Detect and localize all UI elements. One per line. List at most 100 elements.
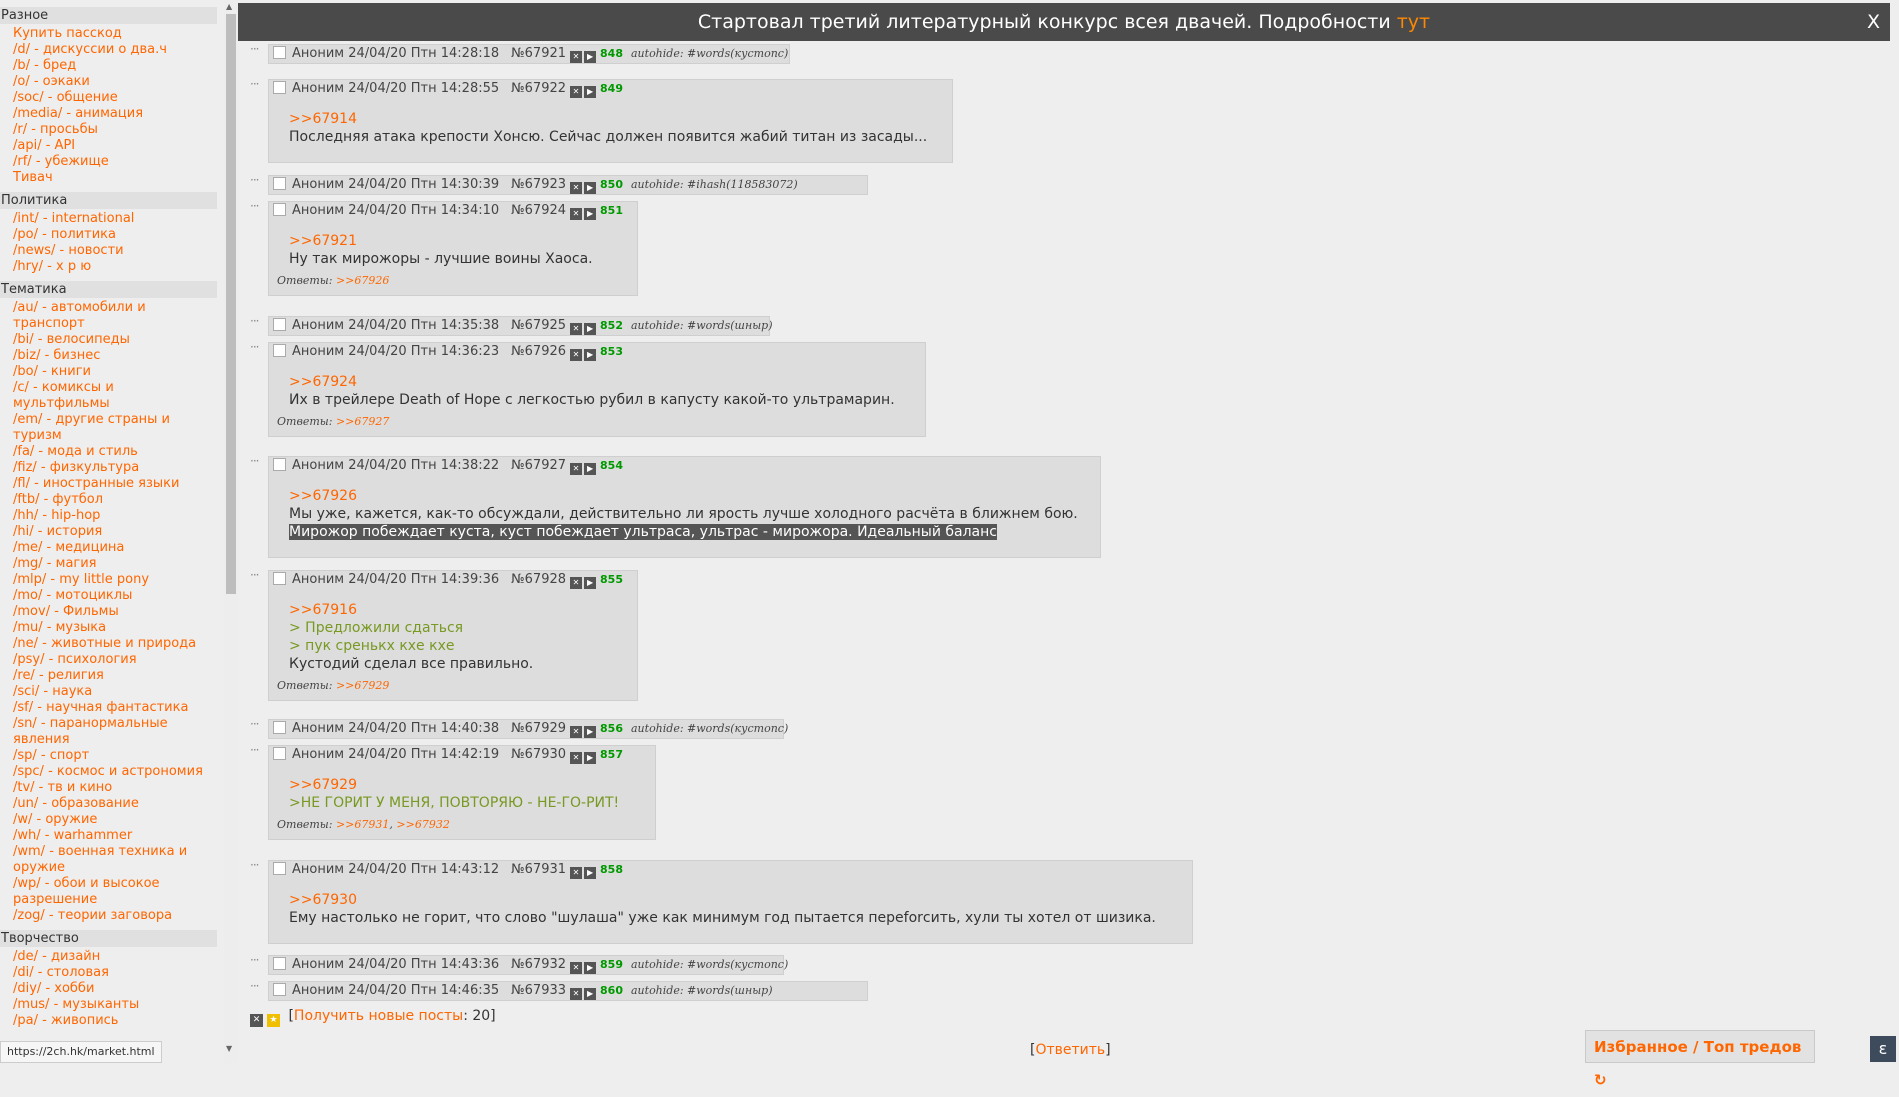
- sidebar-board-link[interactable]: /un/ - образование: [0, 796, 219, 812]
- sidebar-board-link[interactable]: /mg/ - магия: [0, 556, 219, 572]
- hide-post-icon[interactable]: ✕: [570, 208, 583, 220]
- post-ref-link[interactable]: >>67921: [289, 233, 357, 249]
- sidebar-board-link[interactable]: /me/ - медицина: [0, 540, 219, 556]
- sidebar-board-link[interactable]: /ne/ - животные и природа: [0, 636, 219, 652]
- sidebar-board-link[interactable]: /hi/ - история: [0, 524, 219, 540]
- reply-ref-link[interactable]: >>67927: [336, 415, 389, 428]
- post-select-checkbox[interactable]: [273, 344, 286, 357]
- sidebar-board-link[interactable]: /mlp/ - my little pony: [0, 572, 219, 588]
- post-select-checkbox[interactable]: [273, 177, 286, 190]
- sidebar-board-link[interactable]: /biz/ - бизнес: [0, 348, 219, 364]
- hide-post-icon[interactable]: ✕: [570, 867, 583, 879]
- expand-post-icon[interactable]: ▶: [584, 86, 597, 98]
- sidebar-board-link[interactable]: /d/ - дискуссии о два.ч: [0, 42, 219, 58]
- sidebar-board-link[interactable]: Тивач: [0, 170, 219, 186]
- sidebar-board-link[interactable]: /sp/ - спорт: [0, 748, 219, 764]
- sidebar-board-link[interactable]: /b/ - бред: [0, 58, 219, 74]
- sidebar-board-link[interactable]: /mus/ - музыканты: [0, 997, 219, 1013]
- expand-post-icon[interactable]: ▶: [584, 208, 597, 220]
- sidebar-board-link[interactable]: /o/ - оэкаки: [0, 74, 219, 90]
- hide-post-icon[interactable]: ✕: [570, 988, 583, 1000]
- post-select-checkbox[interactable]: [273, 957, 286, 970]
- expand-post-icon[interactable]: ▶: [584, 867, 597, 879]
- post-ref-link[interactable]: >>67916: [289, 602, 357, 618]
- post-number[interactable]: №67932: [511, 957, 566, 972]
- close-icon[interactable]: ✕: [250, 1014, 263, 1027]
- sidebar-board-link[interactable]: /ftb/ - футбол: [0, 492, 219, 508]
- hide-post-icon[interactable]: ✕: [570, 752, 583, 764]
- post-select-checkbox[interactable]: [273, 458, 286, 471]
- post-number[interactable]: №67923: [511, 177, 566, 192]
- expand-post-icon[interactable]: ▶: [584, 962, 597, 974]
- post-select-checkbox[interactable]: [273, 983, 286, 996]
- post-menu-icon[interactable]: ···: [250, 42, 264, 56]
- post-number[interactable]: №67933: [511, 983, 566, 998]
- sidebar-board-link[interactable]: /sn/ - паранормальные явления: [0, 716, 219, 748]
- sidebar-board-link[interactable]: /fl/ - иностранные языки: [0, 476, 219, 492]
- sidebar-board-link[interactable]: /spc/ - космос и астрономия: [0, 764, 219, 780]
- post-select-checkbox[interactable]: [273, 572, 286, 585]
- sidebar-board-link[interactable]: /re/ - религия: [0, 668, 219, 684]
- post-number[interactable]: №67931: [511, 862, 566, 877]
- hide-post-icon[interactable]: ✕: [570, 86, 583, 98]
- post-select-checkbox[interactable]: [273, 318, 286, 331]
- post-menu-icon[interactable]: ···: [250, 717, 264, 731]
- hide-post-icon[interactable]: ✕: [570, 577, 583, 589]
- sidebar-board-link[interactable]: /wp/ - обои и высокое разрешение: [0, 876, 219, 908]
- post-select-checkbox[interactable]: [273, 862, 286, 875]
- banner-link[interactable]: тут: [1397, 11, 1430, 33]
- scroll-up-arrow-icon[interactable]: ▲: [226, 2, 232, 11]
- sidebar-board-link[interactable]: /mo/ - мотоциклы: [0, 588, 219, 604]
- sidebar-board-link[interactable]: /po/ - политика: [0, 227, 219, 243]
- sidebar-board-link[interactable]: /fa/ - мода и стиль: [0, 444, 219, 460]
- post-ref-link[interactable]: >>67926: [289, 488, 357, 504]
- sidebar-board-link[interactable]: /bo/ - книги: [0, 364, 219, 380]
- post-select-checkbox[interactable]: [273, 747, 286, 760]
- expand-post-icon[interactable]: ▶: [584, 349, 597, 361]
- sidebar-board-link[interactable]: /zog/ - теории заговора: [0, 908, 219, 924]
- post-number[interactable]: №67924: [511, 203, 566, 218]
- sidebar-board-link[interactable]: /de/ - дизайн: [0, 949, 219, 965]
- post-number[interactable]: №67927: [511, 458, 566, 473]
- post-ref-link[interactable]: >>67929: [289, 777, 357, 793]
- sidebar-board-link[interactable]: /mu/ - музыка: [0, 620, 219, 636]
- post-number[interactable]: №67928: [511, 572, 566, 587]
- reply-ref-link[interactable]: >>67929: [336, 679, 389, 692]
- sidebar-board-link[interactable]: /diy/ - хобби: [0, 981, 219, 997]
- close-icon[interactable]: X: [1867, 3, 1880, 41]
- sidebar-board-link[interactable]: /hh/ - hip-hop: [0, 508, 219, 524]
- post-menu-icon[interactable]: ···: [250, 314, 264, 328]
- sidebar-board-link[interactable]: /wm/ - военная техника и оружие: [0, 844, 219, 876]
- post-ref-link[interactable]: >>67914: [289, 111, 357, 127]
- expand-post-icon[interactable]: ▶: [584, 988, 597, 1000]
- sidebar-board-link[interactable]: /em/ - другие страны и туризм: [0, 412, 219, 444]
- expand-post-icon[interactable]: ▶: [584, 51, 597, 63]
- post-menu-icon[interactable]: ···: [250, 743, 264, 757]
- sidebar-board-link[interactable]: /hry/ - х р ю: [0, 259, 219, 275]
- post-ref-link[interactable]: >>67924: [289, 374, 357, 390]
- hide-post-icon[interactable]: ✕: [570, 463, 583, 475]
- sidebar-board-link[interactable]: /api/ - API: [0, 138, 219, 154]
- sidebar-board-link[interactable]: /news/ - новости: [0, 243, 219, 259]
- expand-post-icon[interactable]: ▶: [584, 577, 597, 589]
- post-menu-icon[interactable]: ···: [250, 953, 264, 967]
- sidebar-board-link[interactable]: /au/ - автомобили и транспорт: [0, 300, 219, 332]
- post-menu-icon[interactable]: ···: [250, 568, 264, 582]
- post-number[interactable]: №67922: [511, 81, 566, 96]
- post-menu-icon[interactable]: ···: [250, 199, 264, 213]
- post-number[interactable]: №67921: [511, 46, 566, 61]
- reply-ref-link[interactable]: >>67926: [336, 274, 389, 287]
- sidebar-board-link[interactable]: /bi/ - велосипеды: [0, 332, 219, 348]
- sidebar-board-link[interactable]: /w/ - оружие: [0, 812, 219, 828]
- post-menu-icon[interactable]: ···: [250, 173, 264, 187]
- extension-icon[interactable]: ε: [1870, 1036, 1896, 1062]
- post-select-checkbox[interactable]: [273, 81, 286, 94]
- hide-post-icon[interactable]: ✕: [570, 323, 583, 335]
- sidebar-scroll-thumb[interactable]: [226, 14, 236, 594]
- hide-post-icon[interactable]: ✕: [570, 51, 583, 63]
- expand-post-icon[interactable]: ▶: [584, 323, 597, 335]
- post-menu-icon[interactable]: ···: [250, 858, 264, 872]
- sidebar-board-link[interactable]: /psy/ - психология: [0, 652, 219, 668]
- expand-post-icon[interactable]: ▶: [584, 726, 597, 738]
- sidebar-board-link[interactable]: /c/ - комиксы и мультфильмы: [0, 380, 219, 412]
